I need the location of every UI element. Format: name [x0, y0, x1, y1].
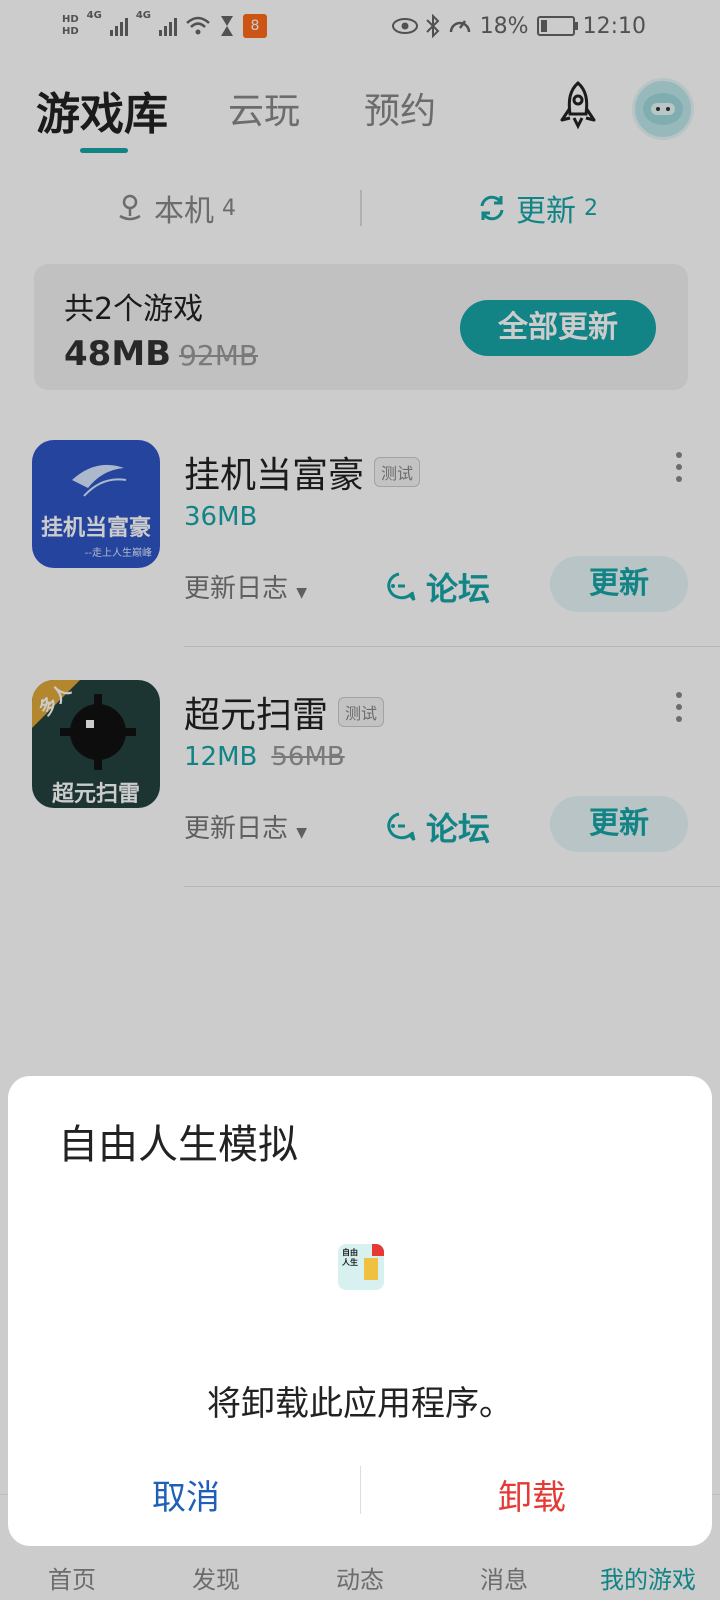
dialog-app-icon: 自由人生 — [338, 1244, 384, 1290]
dialog-app-icon-text: 自由人生 — [342, 1248, 358, 1267]
dialog-app-icon-tag — [364, 1258, 378, 1280]
dialog-app-name: 自由人生模拟 — [58, 1122, 298, 1168]
dialog-app-icon-corner — [372, 1244, 384, 1256]
uninstall-button[interactable]: 卸载 — [362, 1470, 702, 1519]
dialog-button-divider — [360, 1466, 361, 1514]
cancel-button[interactable]: 取消 — [16, 1470, 356, 1519]
dialog-message: 将卸载此应用程序。 — [207, 1384, 513, 1424]
